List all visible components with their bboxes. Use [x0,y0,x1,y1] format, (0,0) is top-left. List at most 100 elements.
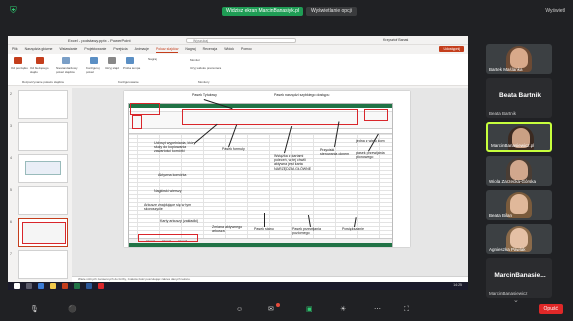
shared-screen: Excel - podstawy.pptx - PowerPoint Wyszu… [8,36,468,288]
setup-show-icon[interactable] [90,57,98,64]
callout-powiekszanie: Powiększanie [342,227,364,231]
slide-thumbnail[interactable] [18,154,68,183]
thumb-number: 7 [10,252,12,256]
current-slide[interactable]: Arkusz1 Arkusz2 Arkusz3 Pasek Tytułowy P… [124,91,410,247]
from-start-label: Od początku [11,66,28,70]
meeting-controls: 🎙 ⚫ ☺ ✉ ▣ ☀ ⋯ ⛶ Opuść [0,299,573,321]
excel-icon[interactable] [74,283,80,289]
participant-subname: MarcinBanasiewicz [489,291,528,296]
ppt-share-button[interactable]: Udostępnij [439,46,464,52]
callout-jedna-kom: jedna z wielu kom [356,139,385,143]
highlight-box [132,115,142,129]
rehearse-label: Próba tempa [123,66,141,70]
thumb-number: 3 [10,124,12,128]
word-icon[interactable] [86,283,92,289]
from-current-icon[interactable] [36,57,44,64]
reactions-icon[interactable]: ☀ [340,305,346,315]
ribbon-group-setup: Konfigurowanie [118,80,139,84]
connector-line [264,213,265,227]
from-start-icon[interactable] [14,57,22,64]
notification-badge [276,303,280,307]
slide-thumbnails: 2 3 4 5 6 7 [8,88,70,279]
tab-wstawianie[interactable]: Wstawianie [59,46,77,53]
highlight-box [138,234,198,242]
tab-narzedzia-glowne[interactable]: Narzędzia główne [25,46,53,53]
participant-name: Bartek Maślanka [489,67,523,72]
thumb-number: 4 [10,156,12,160]
participant-tile[interactable]: Beata Bartnik Beata Bartnik [486,78,552,118]
excel-status-bar [129,243,392,247]
tab-recenzja[interactable]: Recenzja [203,46,218,53]
callout-pasek-formuly: Pasek formuły [222,147,245,151]
participant-tile[interactable]: MarcinBanasie... MarcinBanasiewicz [486,258,552,298]
tab-widok[interactable]: Widok [224,46,234,53]
powerpoint-icon[interactable] [62,283,68,289]
participant-tile-speaking[interactable]: MarcinBanasiewicz.pl [486,122,552,152]
participant-name: MarcinBanasiewicz.pl [491,143,535,148]
tab-pokaz-slajdow[interactable]: Pokaz slajdów [155,46,179,53]
callout-przyciski: Przyciski sterowania oknem [320,148,350,157]
powerpoint-window: Excel - podstawy.pptx - PowerPoint Wyszu… [8,36,468,288]
slide-thumbnail[interactable] [18,186,68,215]
fullscreen-icon[interactable]: ⛶ [404,305,409,315]
custom-show-icon[interactable] [62,57,70,64]
callout-pasek-stanu: Pasek stanu [254,227,274,231]
rehearse-icon[interactable] [126,57,134,64]
slide-thumbnail[interactable] [18,250,68,279]
tab-pomoc[interactable]: Pomoc [241,46,252,53]
slide-thumbnail-active[interactable] [18,218,68,247]
participant-face [510,48,528,68]
participant-face [510,194,528,214]
highlight-box [364,109,388,121]
camera-icon[interactable]: ⚫ [68,305,77,315]
windows-taskbar: 14:25 [8,282,468,290]
participant-name: Beata Bilan [489,213,513,218]
callout-uchwyt: Uchwyt wypełniania, który służy do kopio… [154,141,196,154]
tab-animacje[interactable]: Animacje [135,46,149,53]
app-icon[interactable] [98,283,104,289]
ppt-title: Excel - podstawy.pptx - PowerPoint [68,38,131,43]
share-badge: Widzisz ekran MarcinBanasiyk.pl [222,7,304,16]
slide-thumbnail[interactable] [18,90,68,119]
search-icon[interactable] [26,283,32,289]
participants-icon[interactable]: ☺ [236,305,243,315]
taskbar-clock: 14:25 [453,283,462,287]
meeting-window: ⛨ Widzisz ekran MarcinBanasiyk.pl Wyświe… [0,0,573,321]
ribbon-group-start: Rozpoczynanie pokazu slajdów [22,80,64,84]
hide-slide-icon[interactable] [108,57,116,64]
participant-tile[interactable]: Beata Bilan [486,190,552,220]
highlight-box [182,109,358,125]
ppt-search-input[interactable]: Wyszukaj [186,38,296,43]
callout-pasek-pion: pasek przewijania pionowego [356,151,385,160]
thumb-number: 2 [10,92,12,96]
participant-tile[interactable]: Wiola Zarzecka-Górska [486,156,552,186]
participant-tile[interactable]: Bartek Maślanka [486,44,552,74]
record-label[interactable]: Nagraj [148,57,157,61]
present-icon[interactable]: ▣ [306,305,313,315]
tab-przejscia[interactable]: Przejścia [113,46,127,53]
callout-wstazka: Wstążka z kartami poleceń, w tej chwili … [274,154,312,171]
presenter-view-checkbox[interactable]: Użyj widoku prezentera [190,66,221,70]
ribbon-group-monitors: Monitory [198,80,210,84]
view-options-button[interactable]: Wyświetlanie opcji [306,7,357,16]
participant-name: Agnieszka Pawlak [489,247,526,252]
tab-projektowanie[interactable]: Projektowanie [84,46,106,53]
custom-show-label: Niestandardowy pokaz slajdów [56,66,78,74]
start-icon[interactable] [14,283,20,289]
tab-nagraj[interactable]: Nagraj [185,46,195,53]
tab-plik[interactable]: Plik [12,46,18,53]
leave-button[interactable]: Opuść [538,304,563,314]
monitor-label[interactable]: Monitor [190,58,200,62]
meeting-topbar: ⛨ Widzisz ekran MarcinBanasiyk.pl Wyświe… [0,0,573,22]
slide-thumbnail[interactable] [18,122,68,151]
browser-icon[interactable] [38,283,44,289]
more-icon[interactable]: ⋯ [374,305,381,315]
setup-show-label: Konfiguruj pokaz [86,66,100,74]
participant-subname: Beata Bartnik [489,111,517,116]
chat-icon[interactable]: ✉ [268,305,274,315]
folder-icon[interactable] [50,283,56,289]
from-current-label: Od bieżącego slajdu [30,66,49,74]
participant-tile[interactable]: Agnieszka Pawlak [486,224,552,254]
mic-icon[interactable]: 🎙 [30,305,39,315]
view-button[interactable]: Wyświetl [545,8,565,14]
